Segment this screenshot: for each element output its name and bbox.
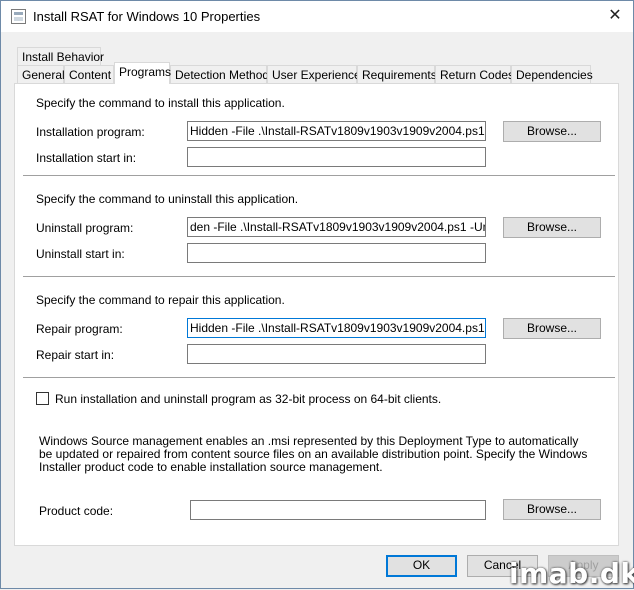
uninstall-program-label: Uninstall program: (36, 221, 134, 235)
repair-start-in-label: Repair start in: (36, 348, 115, 362)
product-code-field[interactable] (190, 500, 486, 520)
installation-browse-button[interactable]: Browse... (503, 121, 601, 142)
close-icon[interactable]: ✕ (605, 6, 625, 26)
window-title: Install RSAT for Windows 10 Properties (33, 9, 261, 24)
install-heading: Specify the command to install this appl… (36, 96, 285, 110)
tab-install-behavior[interactable]: Install Behavior (17, 47, 104, 66)
tab-detection-method[interactable]: Detection Method (170, 65, 269, 84)
tab-requirements[interactable]: Requirements (357, 65, 437, 84)
installation-program-field[interactable]: Hidden -File .\Install-RSATv1809v1903v19… (187, 121, 486, 141)
source-management-description: Windows Source management enables an .ms… (39, 434, 588, 474)
installation-start-in-field[interactable] (187, 147, 486, 167)
tab-user-experience[interactable]: User Experience (267, 65, 361, 84)
properties-dialog: Install RSAT for Windows 10 Properties ✕… (0, 0, 634, 590)
repair-heading: Specify the command to repair this appli… (36, 293, 285, 307)
installation-program-label: Installation program: (36, 125, 145, 139)
tab-general[interactable]: General (17, 65, 65, 84)
repair-browse-button[interactable]: Browse... (503, 318, 601, 339)
tab-content[interactable]: Content (64, 65, 114, 84)
section-divider (23, 276, 615, 278)
tab-return-codes[interactable]: Return Codes (435, 65, 514, 84)
section-divider (23, 175, 615, 177)
product-code-browse-button[interactable]: Browse... (503, 499, 601, 520)
uninstall-start-in-label: Uninstall start in: (36, 247, 125, 261)
run-32bit-checkbox[interactable] (36, 392, 49, 405)
run-32bit-label[interactable]: Run installation and uninstall program a… (55, 392, 441, 406)
tab-programs[interactable]: Programs (114, 62, 171, 84)
ok-button[interactable]: OK (386, 555, 457, 577)
tab-dependencies[interactable]: Dependencies (511, 65, 593, 84)
installation-start-in-label: Installation start in: (36, 151, 137, 165)
repair-program-label: Repair program: (36, 322, 123, 336)
uninstall-browse-button[interactable]: Browse... (503, 217, 601, 238)
title-bar[interactable]: Install RSAT for Windows 10 Properties ✕ (1, 1, 633, 32)
repair-start-in-field[interactable] (187, 344, 486, 364)
product-code-label: Product code: (39, 504, 114, 518)
watermark-logo: imab.dk (509, 557, 634, 590)
section-divider (23, 377, 615, 379)
uninstall-start-in-field[interactable] (187, 243, 486, 263)
uninstall-program-field[interactable]: den -File .\Install-RSATv1809v1903v1909v… (187, 217, 486, 237)
application-icon (11, 9, 26, 24)
repair-program-field[interactable]: Hidden -File .\Install-RSATv1809v1903v19… (187, 318, 486, 338)
uninstall-heading: Specify the command to uninstall this ap… (36, 192, 299, 206)
